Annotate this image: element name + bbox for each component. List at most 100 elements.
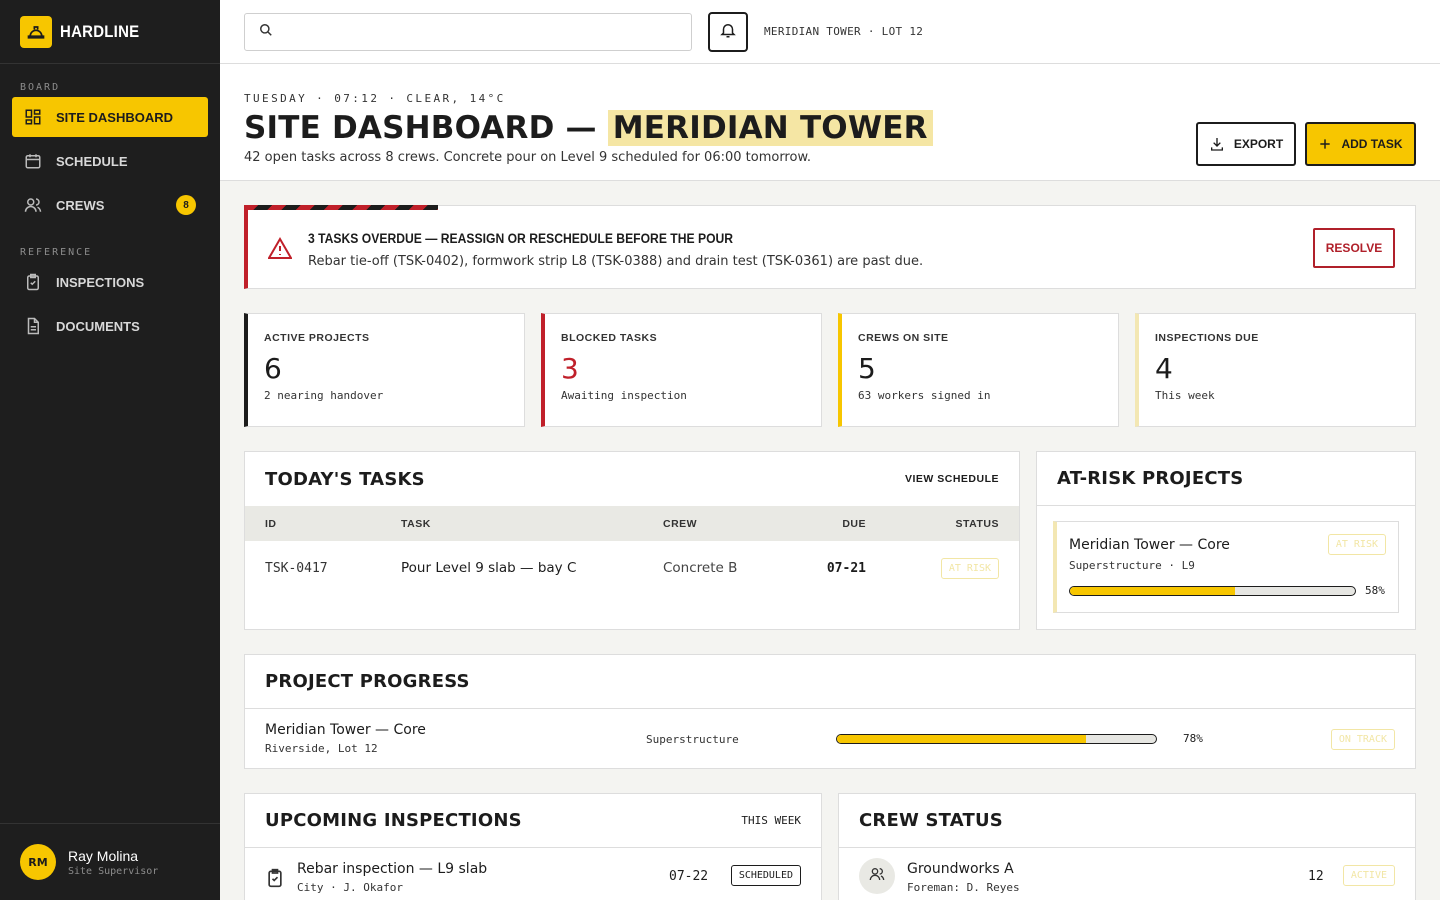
column-header-status[interactable]: STATUS — [956, 518, 999, 530]
progress-label: 58% — [1365, 584, 1385, 597]
sidebar-item-inspections[interactable]: INSPECTIONS — [12, 262, 208, 302]
alert-title: 3 TASKS OVERDUE — REASSIGN OR RESCHEDULE… — [308, 231, 734, 246]
card-title: UPCOMING INSPECTIONS — [265, 810, 522, 831]
inspection-date: 07-22 — [669, 869, 709, 884]
sidebar-item-documents[interactable]: DOCUMENTS — [12, 306, 208, 346]
overdue-alert: 3 TASKS OVERDUE — REASSIGN OR RESCHEDULE… — [244, 205, 1416, 289]
inspection-row[interactable]: Rebar inspection — L9 slab City · J. Oka… — [245, 848, 821, 900]
at-risk-item[interactable]: Meridian Tower — Core AT RISK Superstruc… — [1053, 521, 1399, 613]
export-button[interactable]: EXPORT — [1196, 122, 1296, 166]
task-id: TSK-0417 — [265, 560, 328, 576]
sidebar-item-schedule[interactable]: SCHEDULE — [12, 141, 208, 181]
table-row[interactable]: TSK-0417 Pour Level 9 slab — bay C Concr… — [245, 541, 1019, 595]
kpi-value: 4 — [1155, 352, 1173, 385]
search-input[interactable] — [281, 24, 691, 39]
brand-name: HARDLINE — [60, 21, 140, 41]
project-name: Meridian Tower — Core — [1069, 536, 1230, 553]
kpi-label: CREWS ON SITE — [858, 332, 949, 344]
kpi-card-crews-on-site: CREWS ON SITE 5 63 workers signed in — [838, 313, 1119, 427]
crew-row[interactable]: Groundworks A Foreman: D. Reyes 12 ACTIV… — [839, 848, 1415, 900]
task-due: 07-21 — [826, 560, 866, 576]
kpi-value: 5 — [858, 352, 876, 385]
warning-icon — [267, 237, 293, 263]
upcoming-inspections-card: UPCOMING INSPECTIONS THIS WEEK Rebar ins… — [244, 793, 822, 900]
download-icon — [1209, 136, 1225, 152]
topbar: MERIDIAN TOWER · LOT 12 — [220, 0, 1440, 64]
column-header-crew[interactable]: CREW — [663, 518, 697, 530]
kpi-note: 63 workers signed in — [858, 389, 991, 402]
nav-section-board: BOARD — [20, 82, 61, 93]
kpi-card-active-projects: ACTIVE PROJECTS 6 2 nearing handover — [244, 313, 525, 427]
progress-bar-fill — [1070, 586, 1236, 595]
avatar: RM — [20, 844, 56, 880]
sidebar: HARDLINE BOARD SITE DASHBOARD SCHEDULE C… — [0, 0, 220, 900]
sidebar-item-label: DOCUMENTS — [56, 318, 140, 334]
crew-count: 12 — [1308, 869, 1324, 884]
status-badge: AT RISK — [940, 557, 999, 579]
crew-name: Groundworks A — [907, 861, 1014, 877]
resolve-button[interactable]: RESOLVE — [1313, 228, 1395, 268]
sidebar-item-label: SITE DASHBOARD — [56, 109, 174, 125]
kpi-label: ACTIVE PROJECTS — [264, 332, 370, 344]
progress-row[interactable]: Meridian Tower — Core Riverside, Lot 12 … — [245, 709, 1415, 769]
plus-icon — [1318, 137, 1332, 151]
view-schedule-link[interactable]: VIEW SCHEDULE — [905, 473, 999, 485]
kpi-label: BLOCKED TASKS — [561, 332, 658, 344]
document-icon — [24, 316, 44, 336]
status-badge: AT RISK — [1327, 534, 1386, 555]
notifications-button[interactable] — [708, 11, 748, 52]
project-progress-card: PROJECT PROGRESS Meridian Tower — Core R… — [244, 654, 1416, 769]
main-content: MERIDIAN TOWER · LOT 12 TUESDAY · 07:12 … — [220, 0, 1440, 900]
kpi-note: 2 nearing handover — [264, 389, 384, 402]
task-crew: Concrete B — [663, 560, 738, 576]
page-header: TUESDAY · 07:12 · CLEAR, 14°C SITE DASHB… — [220, 64, 1440, 181]
bell-icon — [719, 21, 737, 43]
user-role: Site Supervisor — [68, 865, 159, 877]
user-profile[interactable]: RM Ray Molina Site Supervisor — [0, 823, 220, 900]
card-header: AT-RISK PROJECTS — [1037, 452, 1415, 506]
alert-hazard-stripe — [244, 205, 438, 210]
kpi-note: This week — [1155, 389, 1215, 402]
kpi-note: Awaiting inspection — [561, 389, 687, 402]
crew-status-card: CREW STATUS Groundworks A Foreman: D. Re… — [838, 793, 1416, 900]
inspections-filter-label[interactable]: THIS WEEK — [741, 814, 801, 827]
search-icon — [259, 22, 273, 41]
column-header-task[interactable]: TASK — [401, 518, 431, 530]
clipboard-check-icon — [265, 868, 285, 892]
search-box[interactable] — [244, 12, 692, 51]
calendar-icon — [24, 151, 44, 171]
sidebar-item-label: INSPECTIONS — [56, 274, 145, 290]
sidebar-item-label: CREWS — [56, 197, 105, 213]
card-title: CREW STATUS — [859, 810, 1003, 831]
kpi-row: ACTIVE PROJECTS 6 2 nearing handover BLO… — [244, 313, 1416, 427]
site-label: MERIDIAN TOWER · LOT 12 — [764, 25, 924, 38]
sidebar-item-site-dashboard[interactable]: SITE DASHBOARD — [12, 97, 208, 137]
kpi-label: INSPECTIONS DUE — [1155, 332, 1259, 344]
card-header: TODAY'S TASKS VIEW SCHEDULE — [245, 452, 1019, 506]
column-header-due[interactable]: DUE — [842, 518, 866, 530]
at-risk-projects-card: AT-RISK PROJECTS Meridian Tower — Core A… — [1036, 451, 1416, 630]
kpi-value: 3 — [561, 352, 579, 385]
card-header: PROJECT PROGRESS — [245, 655, 1415, 709]
progress-label: 78% — [1183, 732, 1203, 745]
task-name: Pour Level 9 slab — bay C — [401, 560, 577, 576]
status-badge: SCHEDULED — [730, 865, 801, 886]
sidebar-item-crews[interactable]: CREWS 8 — [12, 185, 208, 225]
card-header: UPCOMING INSPECTIONS THIS WEEK — [245, 794, 821, 848]
todays-tasks-card: TODAY'S TASKS VIEW SCHEDULE ID TASK CREW… — [244, 451, 1020, 630]
progress-bar — [836, 734, 1157, 744]
progress-bar — [1069, 585, 1356, 596]
inspection-name: Rebar inspection — L9 slab — [297, 861, 488, 877]
project-name: Meridian Tower — Core — [265, 722, 426, 738]
status-badge: ACTIVE — [1342, 865, 1395, 886]
users-icon — [24, 195, 44, 215]
add-task-button[interactable]: ADD TASK — [1305, 122, 1416, 166]
progress-bar-fill — [837, 735, 1086, 743]
nav-section-reference: REFERENCE — [20, 247, 93, 258]
column-header-id[interactable]: ID — [265, 518, 277, 530]
brand[interactable]: HARDLINE — [0, 0, 220, 64]
card-title: TODAY'S TASKS — [265, 468, 425, 490]
kpi-card-blocked-tasks: BLOCKED TASKS 3 Awaiting inspection — [541, 313, 822, 427]
header-meta: TUESDAY · 07:12 · CLEAR, 14°C — [244, 92, 506, 105]
table-header: ID TASK CREW DUE STATUS — [245, 506, 1019, 541]
